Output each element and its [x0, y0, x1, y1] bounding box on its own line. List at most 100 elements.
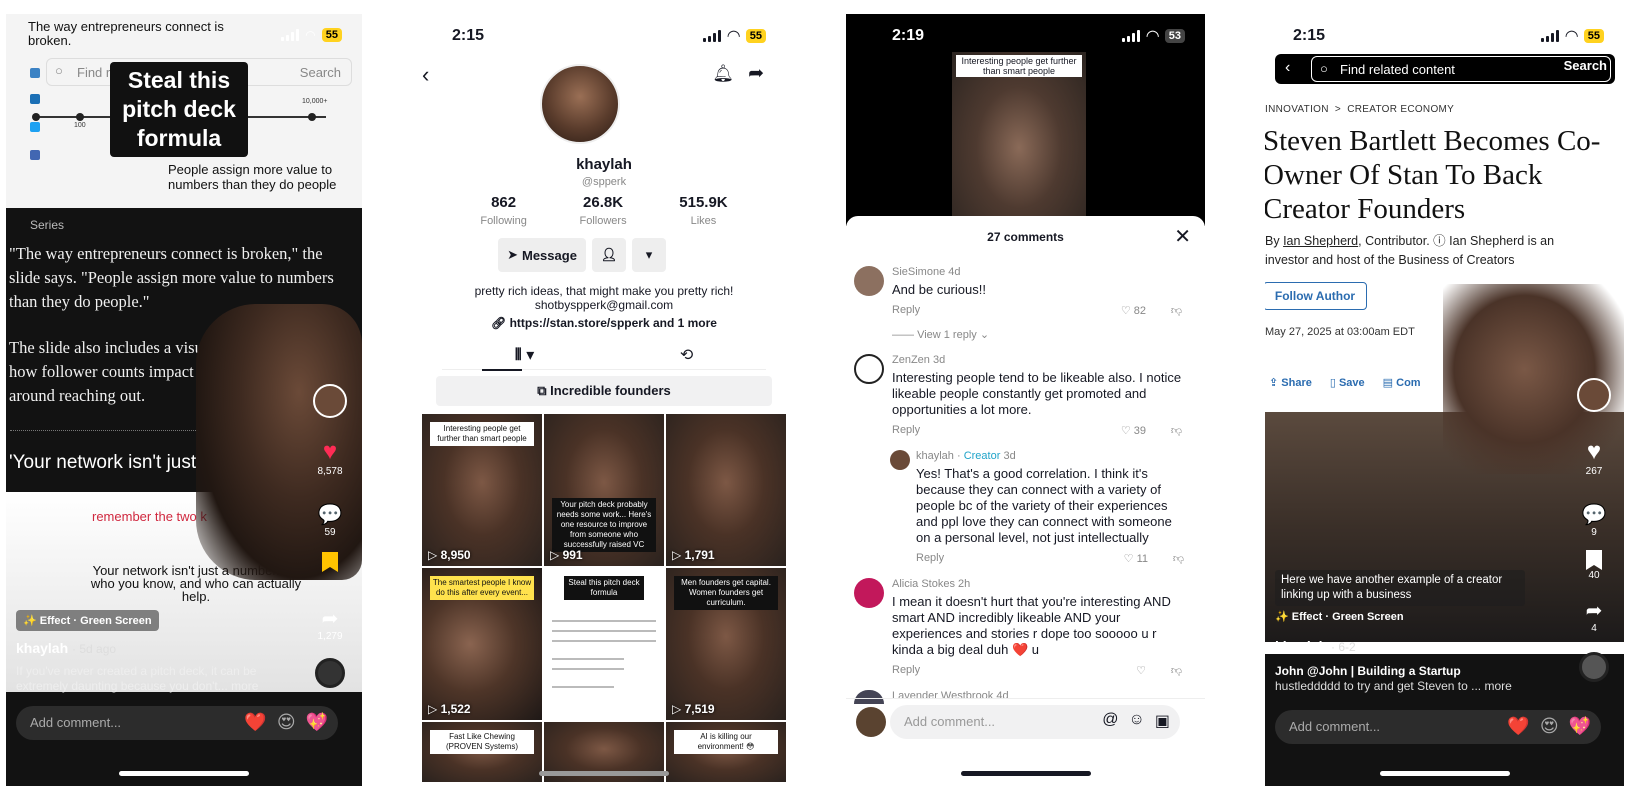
stat-likes[interactable]: 515.9K Likes [679, 194, 727, 229]
like-button[interactable]: ♡ [1136, 664, 1146, 677]
follow-author-button[interactable]: Follow Author [1265, 282, 1367, 310]
stat-followers[interactable]: 26.8K Followers [580, 194, 627, 229]
avatar[interactable] [854, 266, 884, 296]
battery-badge: 55 [1583, 29, 1604, 43]
comment-input[interactable]: Add comment... ❤️ 😍 💖 [1275, 710, 1601, 744]
share-icon[interactable]: ➦ [748, 62, 764, 85]
emoji-button[interactable]: 💖 [306, 712, 328, 733]
share-button[interactable]: ➦ 1,279 [310, 606, 350, 642]
mention-icon[interactable]: @ [1102, 711, 1118, 731]
video-tile[interactable]: AI is killing our environment! 😳 [666, 722, 786, 782]
effect-badge[interactable]: ✨ Effect · Green Screen [16, 610, 159, 631]
creator-avatar-button[interactable] [310, 384, 350, 418]
music-disc-icon [1579, 652, 1609, 682]
view-replies[interactable]: —— View 1 reply ⌄ [892, 328, 989, 341]
avatar[interactable] [854, 354, 884, 384]
follow-person-button[interactable]: 👤︎ [592, 238, 626, 272]
status-bar: 2:15 ◠ 55 [422, 14, 786, 58]
tab-reposts[interactable]: ⟲ [680, 345, 693, 365]
image-icon[interactable]: ▣ [1155, 711, 1170, 731]
save-button[interactable] [310, 552, 350, 572]
comment-user[interactable]: ZenZen 3d [892, 354, 945, 366]
timeline-dot [308, 113, 316, 121]
breadcrumb-item[interactable]: CREATOR ECONOMY [1347, 104, 1454, 115]
back-icon[interactable]: ‹ [422, 62, 429, 88]
like-count: 82 [1133, 305, 1146, 317]
sound-disc[interactable] [310, 658, 350, 688]
emoji-button[interactable]: 😍 [277, 712, 296, 733]
comment-user[interactable]: SieSimone 4d [892, 266, 961, 278]
slide-subtext: People assign more value to numbers than… [168, 162, 337, 192]
share-link[interactable]: ⇪ Share [1269, 376, 1312, 389]
bell-icon[interactable]: 🔔︎ [712, 64, 734, 84]
emoji-button[interactable]: 😍 [1540, 716, 1559, 737]
post-age: · 6-2 [1331, 640, 1356, 654]
comment-text: Yes! That's a good correlation. I think … [916, 466, 1172, 545]
more-dropdown-button[interactable]: ▾ [632, 238, 666, 272]
stat-following[interactable]: 862 Following [480, 194, 526, 229]
search-bar: ‹ ○ Find related content Search [1275, 54, 1615, 84]
home-indicator [960, 771, 1091, 776]
status-time: 2:15 [452, 27, 485, 44]
comment-link[interactable]: ▤ Com [1383, 376, 1421, 389]
comment-user[interactable]: khaylah · Creator 3d [916, 450, 1016, 462]
comment-input[interactable]: Add comment... ❤️ 😍 💖 [16, 706, 338, 740]
video-caption[interactable]: If you've never created a pitch deck, it… [16, 664, 306, 694]
like-button[interactable]: ♥ 8,578 [310, 438, 350, 477]
effect-badge[interactable]: ✨ Effect · Green Screen [1275, 610, 1404, 623]
close-icon[interactable]: ✕ [1174, 224, 1191, 249]
save-button[interactable]: 40 [1574, 550, 1614, 581]
bookmark-icon [322, 552, 338, 572]
avatar[interactable] [854, 578, 884, 608]
comment-button[interactable]: 💬 9 [1574, 502, 1614, 538]
reply-button[interactable]: Reply [892, 664, 920, 676]
video-tile[interactable]: Steal this pitch deck formula [544, 568, 664, 720]
avatar[interactable] [890, 450, 910, 470]
search-button[interactable]: Search [1564, 58, 1607, 73]
back-icon[interactable]: ‹ [1285, 59, 1290, 77]
emoji-button[interactable]: 💖 [1569, 716, 1591, 737]
comment-button[interactable]: 💬 59 [310, 502, 350, 538]
reply-button[interactable]: Reply [892, 424, 920, 436]
share-button[interactable]: ➦ 4 [1574, 598, 1614, 634]
author-name[interactable]: khaylah · 5d ago [16, 640, 116, 656]
like-button[interactable]: ♡ 39 [1121, 424, 1146, 437]
emoji-button[interactable]: ❤️ [244, 712, 266, 733]
like-button[interactable]: ♡ 11 [1124, 552, 1148, 565]
reply-button[interactable]: Reply [892, 304, 920, 316]
comment-input[interactable]: Add comment... @ ☺ ▣ [890, 705, 1180, 739]
playlist-chip[interactable]: ⧉ Incredible founders [436, 376, 772, 406]
dislike-icon[interactable]: 👎︎ [1171, 664, 1182, 677]
video-tile[interactable]: Your pitch deck probably needs some work… [544, 414, 664, 566]
username: khaylah [916, 450, 954, 462]
save-link[interactable]: ▯ Save [1330, 376, 1365, 389]
tab-videos[interactable]: ⦀ ▾ [515, 345, 535, 365]
video-tile[interactable]: ▷ 1,791 [666, 414, 786, 566]
dislike-icon[interactable]: 👎︎ [1173, 552, 1184, 565]
emoji-button[interactable]: ❤️ [1507, 716, 1529, 737]
caption-line[interactable]: hustleddddd to try and get Steven to ...… [1275, 679, 1512, 693]
dislike-icon[interactable]: 👎︎ [1171, 424, 1182, 437]
profile-avatar[interactable] [540, 64, 620, 144]
author-name[interactable]: khaylah · 6-2 [1275, 638, 1356, 654]
emoji-icon[interactable]: ☺ [1129, 711, 1145, 731]
video-tile[interactable]: Fast Like Chewing (PROVEN Systems) [422, 722, 542, 782]
video-tile[interactable]: Interesting people get further than smar… [422, 414, 542, 566]
caption-line[interactable]: John @John | Building a Startup [1275, 664, 1461, 678]
video-tile[interactable]: The smartest people I know do this after… [422, 568, 542, 720]
profile-link[interactable]: 🔗︎ https://stan.store/spperk and 1 more [422, 316, 786, 330]
breadcrumb-item[interactable]: INNOVATION [1265, 104, 1329, 115]
like-button[interactable]: ♥ 267 [1574, 438, 1614, 477]
dislike-icon[interactable]: 👎︎ [1171, 304, 1182, 317]
comment-user[interactable]: Alicia Stokes 2h [892, 578, 970, 590]
creator-avatar-button[interactable] [1574, 378, 1614, 412]
author-link[interactable]: Ian Shepherd [1283, 234, 1358, 248]
sound-disc[interactable] [1574, 652, 1614, 682]
video-tile[interactable]: Men founders get capital. Women founders… [666, 568, 786, 720]
video-grid: Interesting people get further than smar… [422, 414, 786, 782]
reply-button[interactable]: Reply [916, 552, 944, 564]
timeline-dot [32, 113, 40, 121]
message-button[interactable]: ➤ Message [498, 238, 586, 272]
like-button[interactable]: ♡ 82 [1121, 304, 1146, 317]
profile-screen: 2:15 ◠ 55 ‹ 🔔︎ ➦ khaylah @spperk 862 Foll… [422, 14, 786, 786]
